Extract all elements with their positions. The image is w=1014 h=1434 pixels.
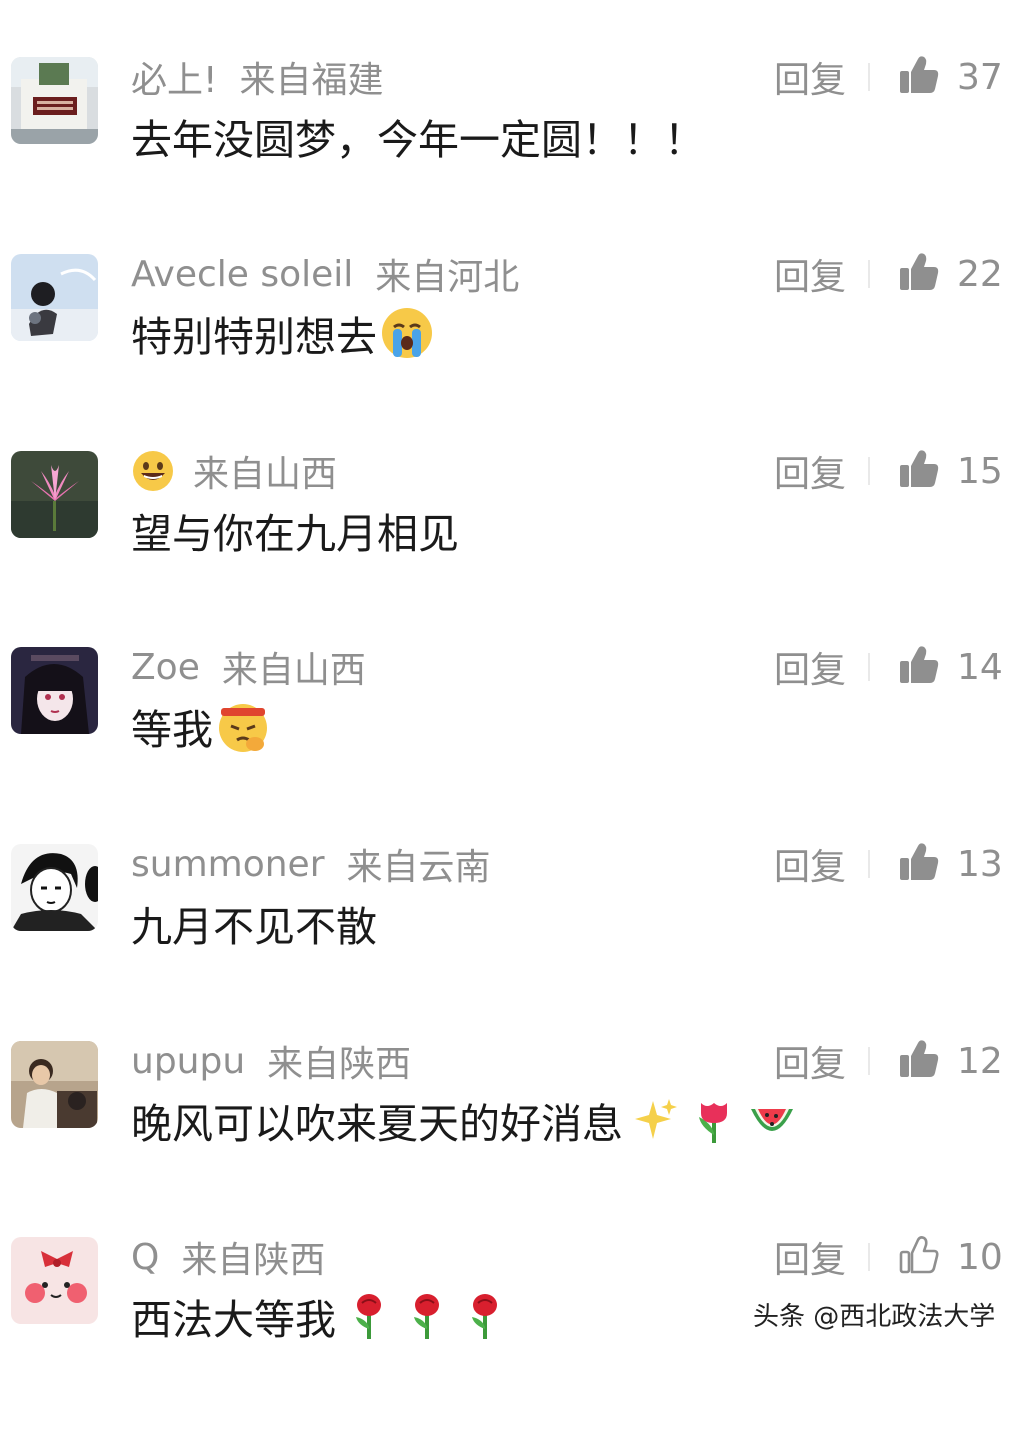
rose-emoji bbox=[472, 1294, 497, 1339]
divider bbox=[868, 1047, 870, 1075]
comment-item: summoner 来自云南 九月不见不散 回复 13 bbox=[0, 844, 1014, 1041]
location-label: 来自陕西 bbox=[181, 1240, 326, 1281]
thumbs-up-icon[interactable] bbox=[897, 643, 941, 687]
username[interactable]: Avecle soleil bbox=[131, 254, 353, 295]
watermark: 头条 @西北政法大学 bbox=[753, 1302, 996, 1332]
thumbs-up-icon[interactable] bbox=[897, 447, 941, 491]
comment-text-content: 特别特别想去 bbox=[131, 313, 377, 361]
comment-item: Avecle soleil 来自河北 特别特别想去 回复 22 bbox=[0, 254, 1014, 451]
sparkles-emoji bbox=[635, 1099, 677, 1139]
sky-figure-photo-icon[interactable] bbox=[11, 254, 98, 341]
like-count: 14 bbox=[957, 646, 1003, 688]
reply-button[interactable]: 回复 bbox=[774, 252, 846, 298]
comment-text: 去年没圆梦，今年一定圆！！！ bbox=[131, 109, 705, 164]
comment-text: 特别特别想去 bbox=[131, 306, 435, 361]
reply-button[interactable]: 回复 bbox=[774, 55, 846, 101]
comment-text-content: 望与你在九月相见 bbox=[131, 510, 459, 558]
like-count: 10 bbox=[957, 1236, 1003, 1278]
location-label: 来自山西 bbox=[221, 650, 366, 691]
comment-item: Q 来自陕西 西法大等我 回复 10 bbox=[0, 1237, 1014, 1434]
divider bbox=[868, 850, 870, 878]
smiley-face-emoji[interactable] bbox=[131, 449, 175, 493]
comment-text: 九月不见不散 bbox=[131, 896, 377, 951]
person-photo-icon[interactable] bbox=[11, 1041, 98, 1128]
building-photo-icon[interactable] bbox=[11, 57, 98, 144]
comment-text-content: 去年没圆梦，今年一定圆！！！ bbox=[131, 116, 705, 164]
reply-button[interactable]: 回复 bbox=[774, 1235, 846, 1281]
comment-item: Zoe 来自山西 等我 回复 14 bbox=[0, 647, 1014, 844]
location-label: 来自河北 bbox=[375, 257, 520, 298]
reply-button[interactable]: 回复 bbox=[774, 1039, 846, 1085]
comment-text-content: 九月不见不散 bbox=[131, 903, 377, 951]
like-count: 13 bbox=[957, 843, 1003, 885]
location-label: 来自福建 bbox=[239, 60, 384, 101]
divider bbox=[868, 63, 870, 91]
like-count: 15 bbox=[957, 450, 1003, 492]
reply-button[interactable]: 回复 bbox=[774, 842, 846, 888]
divider bbox=[868, 457, 870, 485]
manga-boy-avatar-icon[interactable] bbox=[11, 844, 98, 931]
watermelon-emoji bbox=[751, 1109, 793, 1131]
username[interactable]: Q bbox=[131, 1237, 159, 1278]
lotus-flower-photo-icon[interactable] bbox=[11, 451, 98, 538]
divider bbox=[868, 260, 870, 288]
username[interactable]: summoner bbox=[131, 844, 325, 885]
comment-text-content: 晚风可以吹来夏天的好消息 bbox=[131, 1100, 623, 1148]
thumbs-up-icon[interactable] bbox=[897, 53, 941, 97]
username[interactable]: upupu bbox=[131, 1041, 245, 1082]
like-count: 37 bbox=[957, 56, 1003, 98]
divider bbox=[868, 653, 870, 681]
rose-emoji bbox=[414, 1294, 439, 1339]
like-count: 22 bbox=[957, 253, 1003, 295]
cartoon-blush-face-icon[interactable] bbox=[11, 1237, 98, 1324]
thumbs-up-icon[interactable] bbox=[897, 840, 941, 884]
thumbs-up-icon[interactable] bbox=[897, 1037, 941, 1081]
thumbs-up-outline-icon[interactable] bbox=[897, 1233, 941, 1277]
comment-item: 来自山西 望与你在九月相见 回复 15 bbox=[0, 451, 1014, 648]
anime-girl-avatar-icon[interactable] bbox=[11, 647, 98, 734]
comment-text: 晚风可以吹来夏天的好消息 bbox=[131, 1093, 797, 1148]
location-label: 来自云南 bbox=[346, 847, 491, 888]
comment-text: 等我 bbox=[131, 699, 271, 754]
crying-face-emoji bbox=[382, 308, 432, 358]
reply-button[interactable]: 回复 bbox=[774, 645, 846, 691]
username[interactable]: Zoe bbox=[131, 647, 200, 688]
comment-item: upupu 来自陕西 晚风可以吹来夏天的好消息 回复 12 bbox=[0, 1041, 1014, 1238]
comment-text: 望与你在九月相见 bbox=[131, 503, 459, 558]
comment-text: 西法大等我 bbox=[131, 1289, 510, 1344]
comment-item: 必上! 来自福建 去年没圆梦，今年一定圆！！！ 回复 37 bbox=[0, 57, 1014, 254]
reply-button[interactable]: 回复 bbox=[774, 449, 846, 495]
thumbs-up-icon[interactable] bbox=[897, 250, 941, 294]
divider bbox=[868, 1243, 870, 1271]
like-count: 12 bbox=[957, 1040, 1003, 1082]
username[interactable]: 必上! bbox=[131, 51, 217, 103]
rose-emoji bbox=[356, 1294, 381, 1339]
location-label: 来自山西 bbox=[193, 454, 338, 495]
comment-text-content: 等我 bbox=[131, 706, 213, 754]
determined-face-emoji bbox=[219, 704, 267, 752]
location-label: 来自陕西 bbox=[267, 1044, 412, 1085]
tulip-emoji bbox=[699, 1103, 727, 1143]
comment-text-content: 西法大等我 bbox=[131, 1296, 336, 1344]
